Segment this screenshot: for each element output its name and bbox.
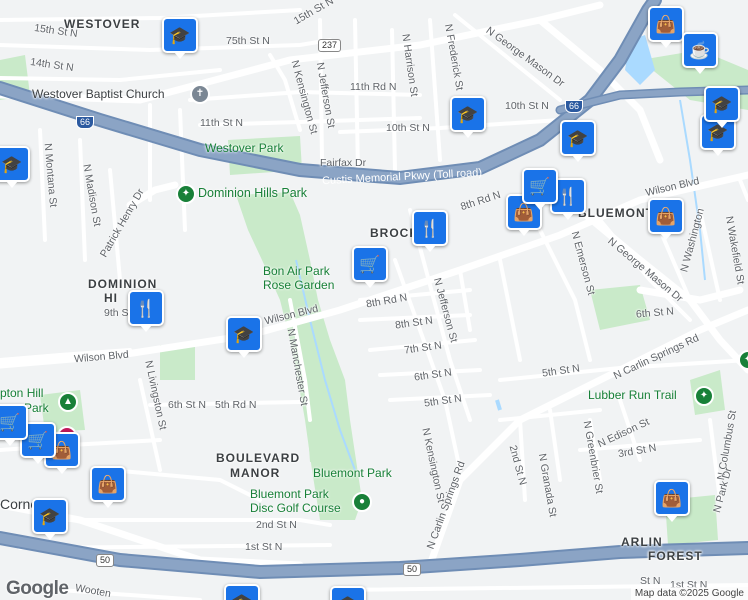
- park-dot-icon[interactable]: ●: [352, 492, 372, 512]
- park-label-lubber-run[interactable]: Lubber Run Trail: [588, 389, 677, 401]
- street-label-6th-st: 6th St N: [168, 399, 206, 411]
- shopping-bag-icon[interactable]: 👜: [648, 198, 684, 240]
- church-cross-icon[interactable]: ✝: [190, 84, 210, 104]
- park-label-dominion-hills[interactable]: Dominion Hills Park: [198, 187, 307, 200]
- area-label-bluemont: BLUEMONT: [578, 206, 654, 220]
- street-label-2nd-st: 2nd St N: [256, 519, 297, 531]
- street-label-11th-st: 11th St N: [200, 117, 243, 129]
- graduation-cap-icon[interactable]: 🎓: [224, 584, 260, 600]
- interstate-66-shield: 66: [76, 116, 95, 129]
- street-label-10th-st: 10th St N: [386, 122, 430, 134]
- street-label-1st-st: 1st St N: [245, 541, 283, 553]
- graduation-cap-icon[interactable]: 🎓: [162, 17, 198, 59]
- google-logo: Google: [6, 578, 69, 599]
- street-label-5th-rd: 5th Rd N: [215, 399, 257, 411]
- graduation-cap-icon[interactable]: 🎓: [32, 498, 68, 540]
- area-label-forest: FOREST: [648, 549, 703, 563]
- street-label-st-n: St N: [640, 575, 661, 587]
- park-label-disc-golf[interactable]: Disc Golf Course: [250, 502, 341, 514]
- area-label-arlin: ARLIN: [621, 535, 663, 549]
- street-label-fairfax-dr: Fairfax Dr: [320, 157, 367, 169]
- restaurant-icon[interactable]: 🍴: [412, 210, 448, 252]
- restaurant-icon[interactable]: 🍴: [128, 290, 164, 332]
- cafe-icon[interactable]: ☕: [682, 32, 718, 74]
- area-label-dominion: DOMINION: [88, 277, 158, 291]
- park-dot-icon[interactable]: ✦: [176, 184, 196, 204]
- shopping-bag-icon[interactable]: 👜: [654, 480, 690, 522]
- route-237-shield: 237: [318, 39, 342, 52]
- park-dot-icon[interactable]: ✦: [694, 386, 714, 406]
- map[interactable]: WESTOVER BROCK BLUEMONT DOMINION HI BOUL…: [0, 0, 748, 600]
- graduation-cap-icon[interactable]: 🎓: [704, 86, 740, 128]
- area-label-hi: HI: [104, 291, 118, 305]
- graduation-cap-icon[interactable]: 🎓: [450, 96, 486, 138]
- street-label-10th-st: 10th St N: [505, 100, 549, 112]
- park-label-bon-air[interactable]: Bon Air Park: [263, 265, 330, 277]
- area-label-manor: MANOR: [230, 466, 281, 480]
- shopping-bag-icon[interactable]: 👜: [648, 6, 684, 48]
- park-label-westover[interactable]: Westover Park: [205, 142, 283, 154]
- poi-label-church[interactable]: Westover Baptist Church: [32, 88, 165, 100]
- graduation-cap-icon[interactable]: 🎓: [560, 120, 596, 162]
- street-label-75th-st: 75th St N: [226, 35, 270, 47]
- park-label-bluemont-2[interactable]: Bluemont Park: [250, 488, 329, 500]
- street-label-11th-rd: 11th Rd N: [350, 81, 397, 93]
- area-label-boulevard: BOULEVARD: [216, 451, 301, 465]
- park-label-bluemont-1[interactable]: Bluemont Park: [313, 467, 392, 479]
- park-label-hampton-hill[interactable]: pton Hill: [0, 387, 43, 399]
- park-label-rose-garden[interactable]: Rose Garden: [263, 279, 334, 291]
- shopping-cart-icon[interactable]: 🛒: [352, 246, 388, 288]
- route-50-shield: 50: [96, 554, 115, 567]
- grocery-icon[interactable]: 🛒: [0, 404, 28, 446]
- shopping-bag-icon[interactable]: 👜: [90, 466, 126, 508]
- shopping-cart-icon[interactable]: 🛒: [522, 168, 558, 210]
- graduation-cap-icon[interactable]: 🎓: [226, 316, 262, 358]
- graduation-cap-icon[interactable]: 🎓: [330, 586, 366, 600]
- park-dot-icon[interactable]: ▲: [58, 392, 78, 412]
- interstate-66-shield: 66: [565, 100, 584, 113]
- route-50-shield: 50: [403, 563, 422, 576]
- graduation-cap-icon[interactable]: 🎓: [0, 146, 30, 188]
- map-attribution[interactable]: Map data ©2025 Google: [630, 587, 748, 600]
